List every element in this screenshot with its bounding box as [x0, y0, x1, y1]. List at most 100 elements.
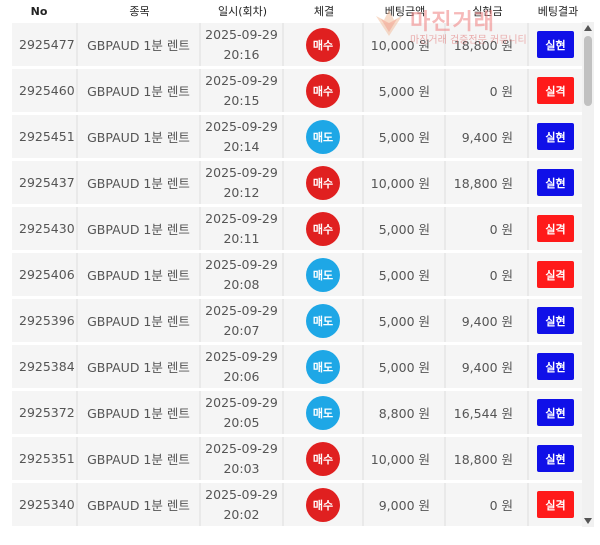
row-datetime: 2025-09-29 20:12	[201, 161, 284, 204]
row-no: 2925406	[12, 253, 78, 296]
row-item: GBPAUD 1분 렌트	[78, 345, 201, 388]
row-date: 2025-09-29	[205, 394, 278, 410]
row-win-amount: 18,800 원	[446, 437, 529, 480]
row-result-cell: 실현	[529, 345, 582, 388]
row-date: 2025-09-29	[205, 210, 278, 226]
row-result-cell: 실격	[529, 483, 582, 526]
result-loss-button[interactable]: 실격	[537, 261, 574, 288]
row-result-cell: 실격	[529, 69, 582, 112]
table-row: 2925437 GBPAUD 1분 렌트 2025-09-29 20:12 매수 10,0…	[12, 161, 582, 204]
row-time: 20:15	[223, 92, 260, 108]
row-datetime: 2025-09-29 20:07	[201, 299, 284, 342]
row-win-amount: 9,400 원	[446, 345, 529, 388]
row-time: 20:05	[223, 414, 260, 430]
row-result-cell: 실현	[529, 23, 582, 66]
table-row: 2925430 GBPAUD 1분 렌트 2025-09-29 20:11 매수 5,00…	[12, 207, 582, 250]
table-row: 2925384 GBPAUD 1분 렌트 2025-09-29 20:06 매도 5,00…	[12, 345, 582, 388]
row-exec-cell: 매수	[284, 23, 364, 66]
scroll-up-arrow-icon[interactable]	[582, 22, 594, 34]
header-result: 베팅결과	[537, 5, 579, 18]
row-time: 20:08	[223, 276, 260, 292]
row-item: GBPAUD 1분 렌트	[78, 299, 201, 342]
row-datetime: 2025-09-29 20:16	[201, 23, 284, 66]
row-no: 2925384	[12, 345, 78, 388]
row-exec-cell: 매도	[284, 253, 364, 296]
result-win-button[interactable]: 실현	[537, 353, 574, 380]
result-win-button[interactable]: 실현	[537, 31, 574, 58]
sell-badge: 매도	[306, 395, 340, 430]
row-no: 2925396	[12, 299, 78, 342]
row-date: 2025-09-29	[205, 26, 278, 42]
result-win-button[interactable]: 실현	[537, 445, 574, 472]
row-bet-amount: 5,000 원	[364, 345, 446, 388]
row-date: 2025-09-29	[205, 302, 278, 318]
sell-badge: 매도	[306, 303, 340, 338]
row-result-cell: 실현	[529, 161, 582, 204]
table-header: No 종목 일시(회차) 체결 베팅금액 실현금 베팅결과	[0, 0, 600, 22]
row-result-cell: 실격	[529, 253, 582, 296]
row-exec-cell: 매도	[284, 345, 364, 388]
result-loss-button[interactable]: 실격	[537, 491, 574, 518]
row-bet-amount: 8,800 원	[364, 391, 446, 434]
table-row: 2925477 GBPAUD 1분 렌트 2025-09-29 20:16 매수 10,0…	[12, 23, 582, 66]
row-datetime: 2025-09-29 20:06	[201, 345, 284, 388]
sell-badge: 매도	[306, 257, 340, 292]
row-win-amount: 0 원	[446, 483, 529, 526]
result-win-button[interactable]: 실현	[537, 123, 574, 150]
row-exec-cell: 매수	[284, 483, 364, 526]
table-row: 2925451 GBPAUD 1분 렌트 2025-09-29 20:14 매도 5,00…	[12, 115, 582, 158]
result-win-button[interactable]: 실현	[537, 399, 574, 426]
result-win-button[interactable]: 실현	[537, 169, 574, 196]
buy-badge: 매수	[306, 211, 340, 246]
table-row: 2925340 GBPAUD 1분 렌트 2025-09-29 20:02 매수 9,00…	[12, 483, 582, 526]
row-exec-cell: 매도	[284, 115, 364, 158]
sell-badge: 매도	[306, 119, 340, 154]
row-win-amount: 9,400 원	[446, 115, 529, 158]
row-no: 2925351	[12, 437, 78, 480]
row-no: 2925451	[12, 115, 78, 158]
row-item: GBPAUD 1분 렌트	[78, 23, 201, 66]
scroll-thumb[interactable]	[584, 36, 592, 106]
row-bet-amount: 9,000 원	[364, 483, 446, 526]
row-item: GBPAUD 1분 렌트	[78, 437, 201, 480]
table-row: 2925351 GBPAUD 1분 렌트 2025-09-29 20:03 매수 10,0…	[12, 437, 582, 480]
row-exec-cell: 매수	[284, 437, 364, 480]
header-bet: 베팅금액	[384, 5, 426, 18]
row-bet-amount: 5,000 원	[364, 207, 446, 250]
buy-badge: 매수	[306, 27, 340, 62]
row-bet-amount: 5,000 원	[364, 253, 446, 296]
row-no: 2925477	[12, 23, 78, 66]
vertical-scrollbar[interactable]	[582, 22, 594, 527]
row-date: 2025-09-29	[205, 164, 278, 180]
buy-badge: 매수	[306, 441, 340, 476]
row-item: GBPAUD 1분 렌트	[78, 207, 201, 250]
row-item: GBPAUD 1분 렌트	[78, 483, 201, 526]
table-row: 2925460 GBPAUD 1분 렌트 2025-09-29 20:15 매수 5,00…	[12, 69, 582, 112]
row-bet-amount: 10,000 원	[364, 161, 446, 204]
row-win-amount: 18,800 원	[446, 23, 529, 66]
row-time: 20:03	[223, 460, 260, 476]
row-time: 20:06	[223, 368, 260, 384]
row-win-amount: 16,544 원	[446, 391, 529, 434]
scroll-down-arrow-icon[interactable]	[582, 515, 594, 527]
row-datetime: 2025-09-29 20:03	[201, 437, 284, 480]
result-win-button[interactable]: 실현	[537, 307, 574, 334]
table-row: 2925372 GBPAUD 1분 렌트 2025-09-29 20:05 매도 8,80…	[12, 391, 582, 434]
row-bet-amount: 5,000 원	[364, 115, 446, 158]
row-result-cell: 실현	[529, 391, 582, 434]
bet-history-table: 2925477 GBPAUD 1분 렌트 2025-09-29 20:16 매수 10,0…	[12, 22, 582, 527]
result-loss-button[interactable]: 실격	[537, 77, 574, 104]
row-item: GBPAUD 1분 렌트	[78, 69, 201, 112]
header-no: No	[30, 4, 48, 18]
row-exec-cell: 매도	[284, 299, 364, 342]
row-no: 2925372	[12, 391, 78, 434]
row-date: 2025-09-29	[205, 486, 278, 502]
row-date: 2025-09-29	[205, 348, 278, 364]
row-item: GBPAUD 1분 렌트	[78, 161, 201, 204]
row-bet-amount: 10,000 원	[364, 437, 446, 480]
bottom-spacer	[0, 527, 600, 545]
row-datetime: 2025-09-29 20:11	[201, 207, 284, 250]
row-result-cell: 실현	[529, 115, 582, 158]
result-loss-button[interactable]: 실격	[537, 215, 574, 242]
row-datetime: 2025-09-29 20:08	[201, 253, 284, 296]
